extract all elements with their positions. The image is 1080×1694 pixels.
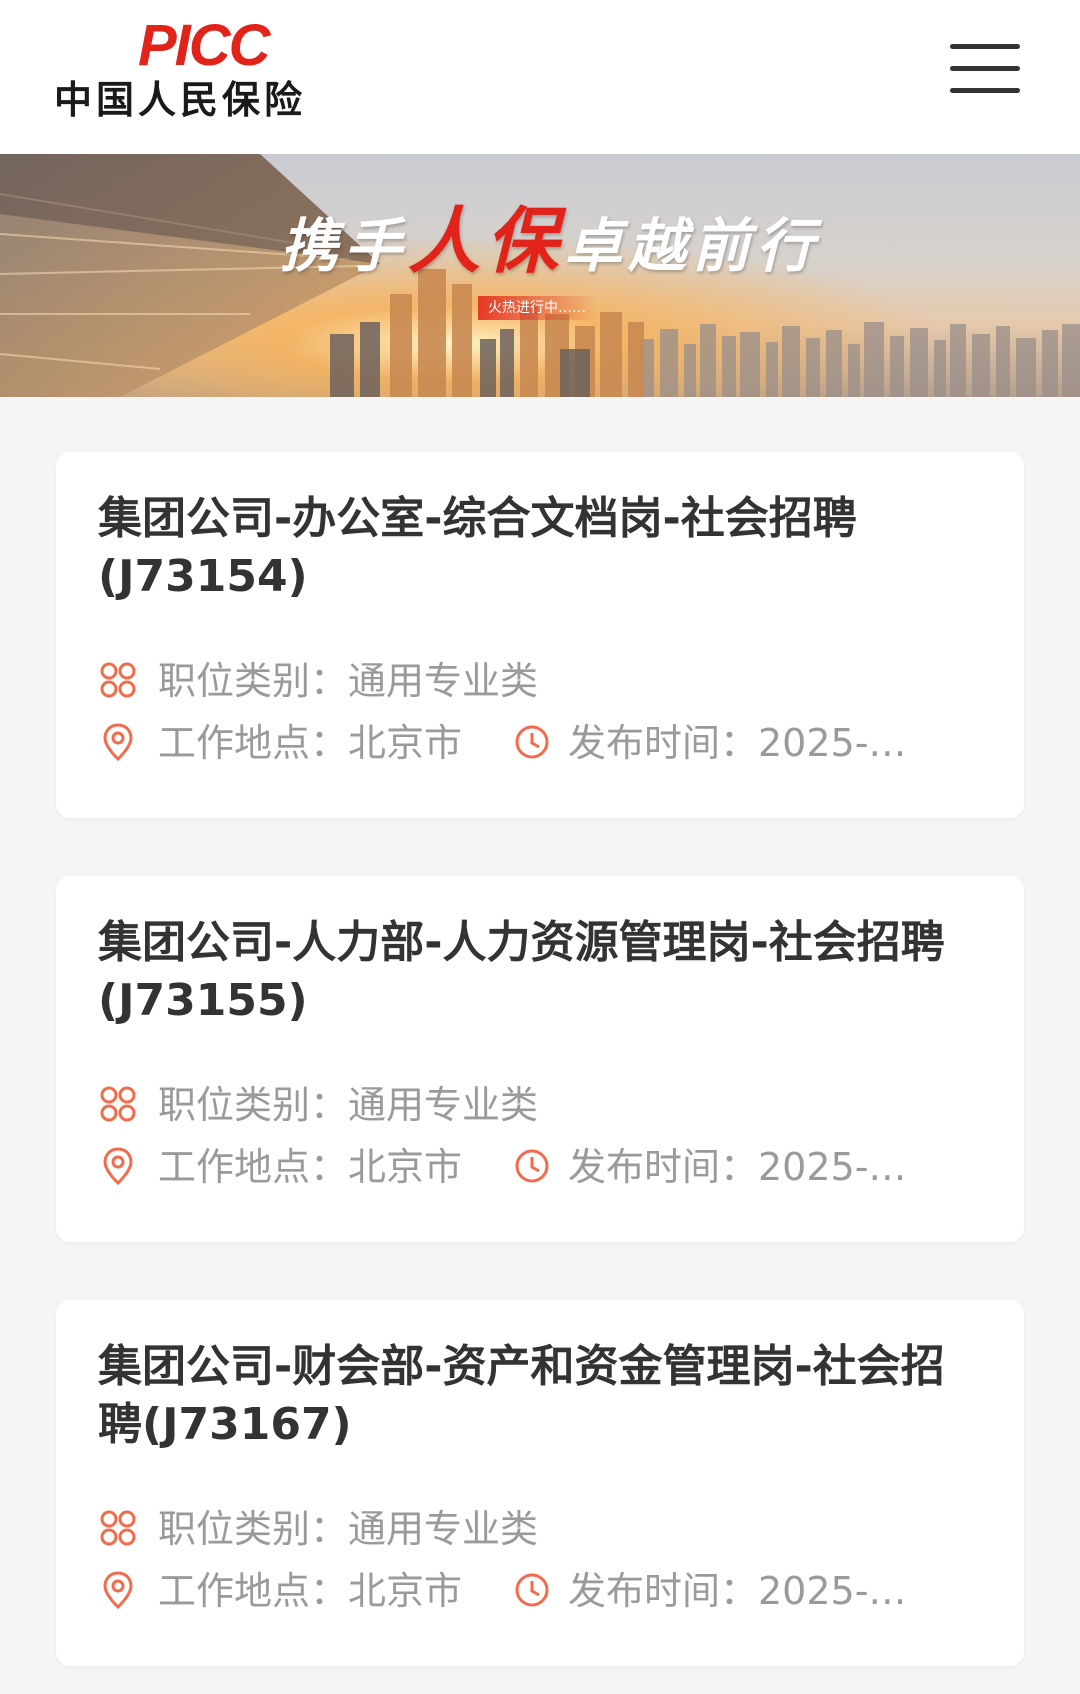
- banner-slogan: 携手人保卓越前行: [280, 198, 821, 283]
- date-label: 发布时间：: [568, 1145, 759, 1189]
- location-value: 北京市: [348, 721, 463, 765]
- date-value: 2025-…: [758, 1569, 907, 1613]
- job-location-date-row: 工作地点： 北京市 发布时间： 2025-…: [98, 1142, 998, 1192]
- job-title[interactable]: 集团公司-财会部-资产和资金管理岗-社会招聘(J73167): [98, 1338, 978, 1454]
- date-label: 发布时间：: [568, 721, 759, 765]
- location-pin-icon: [103, 1571, 133, 1610]
- date-value: 2025-…: [758, 1145, 907, 1189]
- category-grid-icon: [100, 1086, 136, 1122]
- date-label: 发布时间：: [568, 1569, 759, 1613]
- job-card[interactable]: 集团公司-人力部-人力资源管理岗-社会招聘(J73155) 职位类别： 通用专业…: [56, 876, 1024, 1242]
- category-label: 职位类别：: [158, 1507, 349, 1551]
- clock-icon: [515, 1149, 549, 1183]
- job-title[interactable]: 集团公司-人力部-人力资源管理岗-社会招聘(J73155): [98, 914, 978, 1030]
- category-grid-icon: [100, 1510, 136, 1546]
- date-value: 2025-…: [758, 721, 907, 765]
- job-card[interactable]: 集团公司-办公室-综合文档岗-社会招聘(J73154) 职位类别： 通用专业类 …: [56, 452, 1024, 818]
- job-location-date-row: 工作地点： 北京市 发布时间： 2025-…: [98, 1566, 998, 1616]
- logo-chinese-text: 中国人民保险: [54, 78, 307, 122]
- location-value: 北京市: [348, 1569, 463, 1613]
- category-value: 通用专业类: [348, 1507, 539, 1551]
- category-grid-icon: [100, 662, 136, 698]
- job-category-row: 职位类别： 通用专业类: [98, 1080, 998, 1130]
- banner-tag: 火热进行中……: [478, 296, 596, 320]
- recruitment-banner[interactable]: 携手人保卓越前行 火热进行中……: [0, 154, 1080, 397]
- job-card[interactable]: 集团公司-财会部-资产和资金管理岗-社会招聘(J73167) 职位类别： 通用专…: [56, 1300, 1024, 1666]
- hamburger-menu-icon[interactable]: [950, 40, 1024, 98]
- location-pin-icon: [103, 1147, 133, 1186]
- logo-picc-text: PICC: [138, 13, 271, 78]
- clock-icon: [515, 1573, 549, 1607]
- job-title[interactable]: 集团公司-办公室-综合文档岗-社会招聘(J73154): [98, 490, 978, 606]
- job-location-date-row: 工作地点： 北京市 发布时间： 2025-…: [98, 718, 998, 768]
- location-value: 北京市: [348, 1145, 463, 1189]
- picc-logo[interactable]: PICC 中国人民保险: [54, 16, 354, 126]
- clock-icon: [515, 725, 549, 759]
- category-value: 通用专业类: [348, 659, 539, 703]
- location-label: 工作地点：: [158, 721, 349, 765]
- category-label: 职位类别：: [158, 1083, 349, 1127]
- location-label: 工作地点：: [158, 1569, 349, 1613]
- category-value: 通用专业类: [348, 1083, 539, 1127]
- category-label: 职位类别：: [158, 659, 349, 703]
- job-category-row: 职位类别： 通用专业类: [98, 1504, 998, 1554]
- location-pin-icon: [103, 723, 133, 762]
- location-label: 工作地点：: [158, 1145, 349, 1189]
- job-category-row: 职位类别： 通用专业类: [98, 656, 998, 706]
- site-header: PICC 中国人民保险: [0, 0, 1080, 154]
